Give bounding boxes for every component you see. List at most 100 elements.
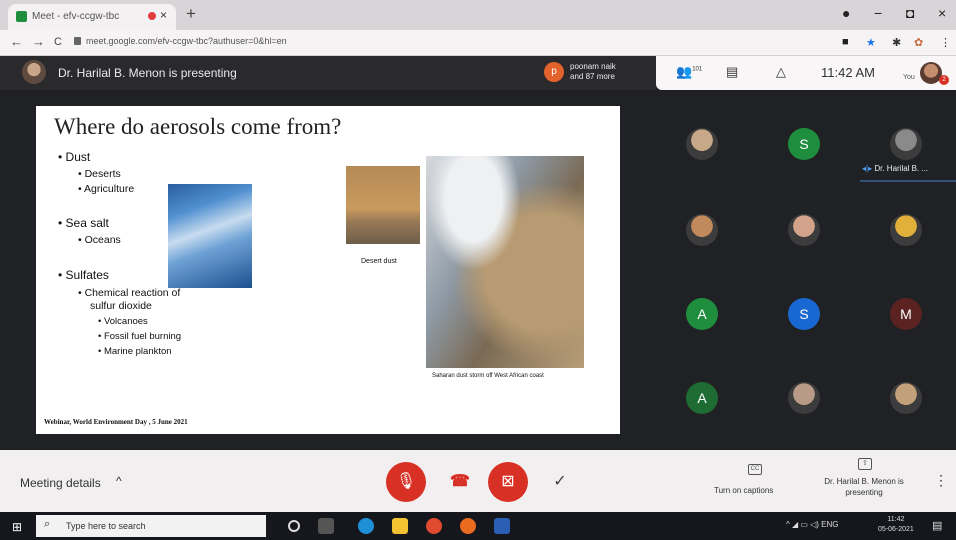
more-participants-label[interactable]: poonam naik and 87 more: [570, 62, 616, 82]
captions-icon[interactable]: CC: [748, 464, 762, 475]
meet-control-bar: Meeting details ^ 🎙 ☎ ⊠ ✓ CC Turn on cap…: [0, 450, 956, 512]
windows-start-icon[interactable]: ⊞: [12, 520, 22, 534]
meet-stage: Dr. Harilal B. Menon is presenting p poo…: [0, 56, 956, 450]
firefox-icon[interactable]: [460, 518, 476, 534]
chevron-up-icon[interactable]: ^: [116, 474, 122, 488]
notification-badge: 2: [939, 75, 949, 85]
meet-top-toolbar: 👥101 ▤ △ 11:42 AM You 2: [656, 56, 956, 90]
participant-avatar: p: [544, 62, 564, 82]
address-bar: ← → C meet.google.com/efv-ccgw-tbc?authu…: [0, 30, 956, 56]
browser-tab-meet[interactable]: Meet - efv-ccgw-tbc ×: [8, 4, 176, 30]
speaking-indicator: [860, 180, 956, 182]
taskbar-search[interactable]: ⌕ Type here to search: [36, 515, 266, 537]
participant-tile[interactable]: [686, 128, 718, 160]
participant-tile[interactable]: [890, 214, 922, 246]
presented-slide: Where do aerosols come from? • Dust • De…: [36, 106, 620, 434]
participant-tile[interactable]: [686, 214, 718, 246]
participant-tile[interactable]: [788, 382, 820, 414]
taskbar-date: 05-06-2021: [878, 526, 914, 533]
activities-icon[interactable]: △: [776, 64, 786, 80]
slide-bullet: • Fossil fuel burning: [98, 331, 182, 342]
slide-bullet: • Marine plankton: [98, 346, 172, 357]
search-icon: ⌕: [44, 518, 51, 530]
taskbar-clock[interactable]: 11:42 05-06-2021: [878, 515, 914, 535]
speaking-participant-name: ◂|▸ Dr. Harilal B. ...: [862, 164, 928, 173]
participant-tile[interactable]: A: [686, 298, 718, 330]
desert-dust-image: [346, 166, 420, 244]
satellite-caption: Saharan dust storm off West African coas…: [432, 373, 544, 379]
slide-bullet: • Dust: [58, 150, 91, 164]
participant-tile-speaking[interactable]: [890, 128, 922, 160]
bookmark-star-icon[interactable]: ★: [866, 36, 876, 49]
maximize-button[interactable]: ◘: [906, 5, 914, 21]
speaking-icon: ◂|▸: [862, 164, 873, 173]
ocean-wave-image: [168, 184, 252, 288]
more-options-icon[interactable]: ⋮: [934, 472, 948, 489]
file-explorer-icon[interactable]: [392, 518, 408, 534]
profile-icon[interactable]: ✿: [914, 36, 923, 49]
presenter-status: Dr. Harilal B. Menon is presenting: [58, 66, 237, 80]
extension-icon[interactable]: ■: [842, 36, 849, 48]
word-icon[interactable]: [494, 518, 510, 534]
taskbar-time: 11:42: [887, 516, 905, 523]
new-tab-button[interactable]: +: [186, 4, 196, 24]
presenting-status-button[interactable]: Dr. Harilal B. Menon is presenting: [818, 476, 910, 498]
slide-bullet: • Agriculture: [78, 183, 135, 195]
meet-favicon: [16, 11, 27, 22]
browser-kebab-icon[interactable]: ⋮: [940, 36, 951, 49]
speaking-name: Dr. Harilal B. ...: [874, 164, 929, 173]
browser-tab-bar: Meet - efv-ccgw-tbc × + ● − ◘ ×: [0, 0, 956, 30]
present-icon[interactable]: ⇧: [858, 458, 872, 470]
microphone-off-button[interactable]: 🎙: [386, 462, 426, 502]
reload-button[interactable]: C: [54, 36, 62, 48]
meeting-clock: 11:42 AM: [821, 65, 875, 80]
participant-tile[interactable]: S: [788, 298, 820, 330]
browser-menu-icon[interactable]: ●: [842, 5, 850, 21]
lock-icon: [74, 37, 81, 45]
tab-title: Meet - efv-ccgw-tbc: [32, 11, 120, 22]
slide-bullet: • Oceans: [78, 234, 121, 246]
slide-bullet: • Deserts: [78, 168, 121, 180]
extension-puzzle-icon[interactable]: ✱: [892, 36, 901, 49]
self-label: You: [903, 74, 915, 81]
recording-indicator-icon: [148, 12, 156, 20]
system-tray[interactable]: ^ ◢ ▭ ◁) ENG: [786, 520, 839, 529]
windows-taskbar: ⊞ ⌕ Type here to search ^ ◢ ▭ ◁) ENG 11:…: [0, 512, 956, 540]
close-window-button[interactable]: ×: [938, 5, 946, 21]
slide-footer: Webinar, World Environment Day , 5 June …: [44, 418, 188, 426]
minimize-button[interactable]: −: [874, 5, 882, 21]
presenter-avatar: [22, 60, 46, 84]
participant-tile[interactable]: [890, 382, 922, 414]
participant-count: and 87 more: [570, 72, 615, 81]
search-placeholder: Type here to search: [66, 521, 146, 531]
camera-off-button[interactable]: ⊠: [488, 462, 528, 502]
meeting-details-button[interactable]: Meeting details: [20, 476, 101, 490]
participant-tile[interactable]: S: [788, 128, 820, 160]
cortana-icon[interactable]: [288, 520, 300, 532]
slide-bullet: • Volcanoes: [98, 316, 148, 327]
slide-bullet: • Sulfates: [58, 268, 109, 282]
tab-close-icon[interactable]: ×: [160, 8, 167, 22]
participant-tile[interactable]: [788, 214, 820, 246]
slide-title: Where do aerosols come from?: [54, 114, 342, 139]
edge-icon[interactable]: [358, 518, 374, 534]
slide-bullet: • Chemical reaction of: [78, 287, 181, 299]
chrome-icon[interactable]: [426, 518, 442, 534]
desert-dust-caption: Desert dust: [361, 258, 397, 265]
participant-tile[interactable]: A: [686, 382, 718, 414]
participant-name: poonam naik: [570, 62, 616, 71]
url-field[interactable]: meet.google.com/efv-ccgw-tbc?authuser=0&…: [86, 36, 287, 46]
people-count: 101: [692, 66, 703, 73]
slide-bullet: • Sea salt: [58, 216, 109, 230]
captions-button[interactable]: Turn on captions: [714, 486, 773, 495]
slide-bullet: sulfur dioxide: [90, 300, 152, 312]
notification-center-icon[interactable]: ▤: [932, 519, 942, 532]
check-icon[interactable]: ✓: [540, 462, 580, 502]
back-button[interactable]: ←: [10, 34, 23, 49]
people-icon[interactable]: 👥101: [676, 64, 702, 80]
chat-icon[interactable]: ▤: [726, 64, 738, 80]
hang-up-button[interactable]: ☎: [440, 462, 480, 502]
forward-button[interactable]: →: [32, 34, 45, 49]
participant-tile[interactable]: M: [890, 298, 922, 330]
task-view-icon[interactable]: [318, 518, 334, 534]
